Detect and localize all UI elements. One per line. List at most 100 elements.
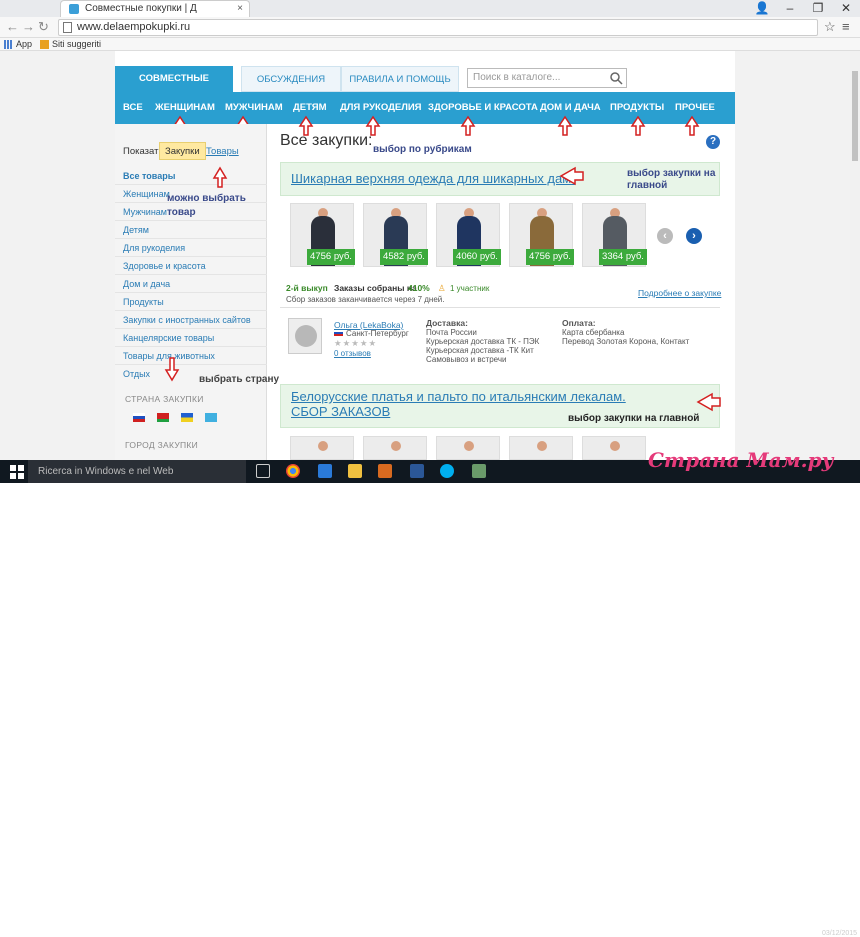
tab-close-icon[interactable]: × bbox=[237, 1, 243, 17]
product-thumb[interactable] bbox=[509, 436, 573, 460]
price-badge: 4756 руб. bbox=[307, 249, 355, 265]
help-icon[interactable]: ? bbox=[706, 135, 720, 149]
bookmark-icon bbox=[40, 40, 49, 49]
bookmark-suggested[interactable]: Siti suggeriti bbox=[40, 38, 101, 50]
sidebar-item-home[interactable]: Дом и дача bbox=[115, 275, 267, 293]
star-icon[interactable]: ☆ bbox=[824, 19, 836, 35]
browser-tab-strip: Совместные покупки | Д × 👤 – ❐ ✕ bbox=[0, 0, 860, 17]
sidebar-item-all[interactable]: Все товары bbox=[115, 167, 267, 185]
payment-option: Перевод Золотая Корона, Контакт bbox=[562, 337, 690, 346]
search-icon[interactable] bbox=[609, 71, 623, 85]
page-icon bbox=[63, 22, 72, 33]
paint-icon[interactable] bbox=[472, 464, 486, 478]
issue-number: 2-й выкуп bbox=[286, 283, 328, 293]
sidebar-item-food[interactable]: Продукты bbox=[115, 293, 267, 311]
website-container: СОВМЕСТНЫЕ ПОКУПКИ: ОБСУЖДЕНИЯ ПРАВИЛА И… bbox=[115, 51, 735, 460]
windows-start-icon[interactable] bbox=[10, 465, 24, 479]
collection-ends: Сбор заказов заканчивается через 7 дней. bbox=[286, 295, 445, 304]
bookmark-apps[interactable]: App bbox=[4, 38, 32, 50]
task-view-icon[interactable] bbox=[256, 464, 270, 478]
browser-tab[interactable]: Совместные покупки | Д × bbox=[60, 0, 250, 17]
site-favicon-icon bbox=[69, 4, 79, 14]
back-icon[interactable]: ← bbox=[6, 19, 19, 34]
annotation-by-rubric: выбор по рубрикам bbox=[373, 144, 472, 155]
sidebar-item-stationery[interactable]: Канцелярские товары bbox=[115, 329, 267, 347]
reload-icon[interactable]: ↻ bbox=[38, 19, 49, 35]
menu-icon[interactable]: ≡ bbox=[842, 19, 850, 34]
chrome-icon[interactable] bbox=[286, 464, 300, 478]
close-window-icon[interactable]: ✕ bbox=[832, 0, 860, 17]
delivery-heading: Доставка: bbox=[426, 318, 468, 328]
show-goods-link[interactable]: Товары bbox=[206, 146, 239, 157]
orders-percent: 410% bbox=[408, 283, 430, 293]
reviews-link[interactable]: 0 отзывов bbox=[334, 349, 371, 358]
taskbar-clock: 03/12/2015 bbox=[822, 930, 858, 937]
url-bar[interactable]: www.delaempokupki.ru bbox=[58, 19, 818, 36]
annotation-choose-purchase: выбор закупки на главной bbox=[627, 168, 716, 191]
apps-grid-icon bbox=[4, 40, 13, 49]
rating-stars-icon: ★★★★★ bbox=[334, 338, 378, 348]
product-thumb[interactable] bbox=[582, 436, 646, 460]
price-badge: 3364 руб. bbox=[599, 249, 647, 265]
tab-discussions[interactable]: ОБСУЖДЕНИЯ bbox=[241, 66, 341, 92]
carousel-next-icon[interactable]: › bbox=[686, 228, 702, 244]
delivery-option: Курьерская доставка ТК - ПЭК bbox=[426, 337, 540, 346]
payment-heading: Оплата: bbox=[562, 318, 596, 328]
price-badge: 4582 руб. bbox=[380, 249, 428, 265]
tab-joint-purchases[interactable]: СОВМЕСТНЫЕ ПОКУПКИ: bbox=[115, 66, 233, 110]
country-heading: СТРАНА ЗАКУПКИ bbox=[125, 394, 204, 404]
delivery-option: Самовывоз и встречи bbox=[426, 355, 507, 364]
url-text: www.delaempokupki.ru bbox=[77, 21, 191, 33]
flag-russia-icon bbox=[334, 330, 343, 336]
annotation-choose-goods: можно выбрать товар bbox=[167, 193, 246, 218]
delivery-option: Курьерская доставка -ТК Кит bbox=[426, 346, 534, 355]
forward-icon[interactable]: → bbox=[22, 19, 35, 34]
explorer-icon[interactable] bbox=[348, 464, 362, 478]
catalog-search-input[interactable]: Поиск в каталоге... bbox=[467, 68, 627, 88]
tab-title: Совместные покупки | Д bbox=[85, 3, 197, 14]
show-purchases-toggle[interactable]: Закупки bbox=[159, 142, 206, 160]
media-icon[interactable] bbox=[378, 464, 392, 478]
annotation-choose-purchase: выбор закупки на главной bbox=[568, 413, 700, 424]
payment-option: Карта сбербанка bbox=[562, 328, 625, 337]
flag-ukraine-icon[interactable] bbox=[181, 413, 193, 422]
scrollbar-thumb[interactable] bbox=[852, 71, 858, 161]
bookmark-label: Siti suggeriti bbox=[52, 39, 102, 49]
flag-belarus-icon[interactable] bbox=[157, 413, 169, 422]
more-details-link[interactable]: Подробнее о закупке bbox=[638, 288, 721, 298]
sidebar-item-kids[interactable]: Детям bbox=[115, 221, 267, 239]
search-placeholder: Поиск в каталоге... bbox=[473, 72, 561, 83]
page-title: Все закупки: bbox=[280, 132, 373, 149]
watermark: Страна Мам.ру bbox=[648, 448, 834, 472]
product-thumb[interactable] bbox=[290, 436, 354, 460]
bookmark-label: App bbox=[16, 39, 33, 49]
participant-icon: ♙ bbox=[438, 283, 446, 293]
sidebar-item-pets[interactable]: Товары для животных bbox=[115, 347, 267, 365]
restore-icon[interactable]: ❐ bbox=[804, 0, 832, 17]
tab-rules-help[interactable]: ПРАВИЛА И ПОМОЩЬ bbox=[341, 66, 459, 92]
minimize-icon[interactable]: – bbox=[776, 0, 804, 17]
divider bbox=[280, 307, 720, 308]
product-thumb[interactable] bbox=[436, 436, 500, 460]
sidebar-item-health[interactable]: Здоровье и красота bbox=[115, 257, 267, 275]
user-profile-icon[interactable]: 👤 bbox=[748, 0, 776, 17]
flag-kazakhstan-icon[interactable] bbox=[205, 413, 217, 422]
annotation-choose-country: выбрать страну bbox=[199, 374, 280, 385]
page-scrollbar[interactable] bbox=[850, 51, 860, 460]
taskbar-search-input[interactable]: Ricerca in Windows e nel Web bbox=[28, 460, 246, 483]
carousel-prev-icon[interactable]: ‹ bbox=[657, 228, 673, 244]
flag-russia-icon[interactable] bbox=[133, 413, 145, 422]
edge-icon[interactable] bbox=[318, 464, 332, 478]
city-heading: ГОРОД ЗАКУПКИ bbox=[125, 440, 199, 450]
price-badge: 4060 руб. bbox=[453, 249, 501, 265]
purchase-title-link[interactable]: Шикарная верхняя одежда для шикарных дам… bbox=[291, 171, 575, 186]
word-icon[interactable] bbox=[410, 464, 424, 478]
organizer-avatar[interactable] bbox=[288, 318, 322, 354]
sidebar-item-foreign[interactable]: Закупки с иностранных сайтов bbox=[115, 311, 267, 329]
skype-icon[interactable] bbox=[440, 464, 454, 478]
sidebar-item-handicraft[interactable]: Для рукоделия bbox=[115, 239, 267, 257]
product-thumb[interactable] bbox=[363, 436, 427, 460]
sidebar: Показать: Закупки Товары Все товары Женщ… bbox=[115, 124, 267, 460]
organizer-city: Санкт-Петербург bbox=[346, 329, 409, 338]
bookmarks-bar: App Siti suggeriti bbox=[0, 38, 860, 51]
